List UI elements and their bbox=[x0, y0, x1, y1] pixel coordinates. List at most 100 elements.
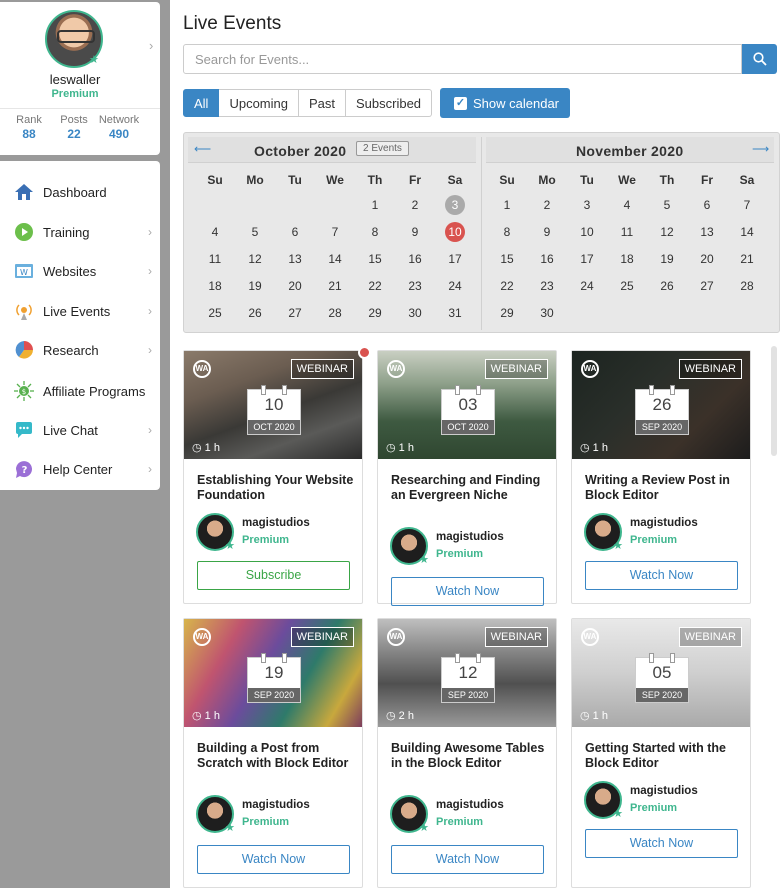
watch-now-button[interactable]: Watch Now bbox=[585, 561, 738, 590]
host-avatar[interactable]: ★ bbox=[390, 527, 429, 566]
event-card[interactable]: WA WEBINAR 05 SEP 2020 ◷ 1 h Getting Started … bbox=[571, 618, 751, 888]
sidebar-item-live-chat[interactable]: Live Chat › bbox=[0, 413, 160, 447]
calendar-day[interactable]: 4 bbox=[612, 195, 642, 215]
calendar-day[interactable]: 14 bbox=[732, 222, 762, 242]
calendar-day[interactable]: 8 bbox=[492, 222, 522, 242]
chevron-right-icon[interactable]: › bbox=[149, 38, 153, 53]
calendar-day[interactable]: 28 bbox=[320, 303, 350, 323]
event-thumbnail[interactable]: WA WEBINAR 12 SEP 2020 ◷ 2 h bbox=[378, 619, 556, 727]
calendar-day[interactable]: 2 bbox=[400, 195, 430, 215]
search-button[interactable] bbox=[742, 44, 777, 74]
host-name[interactable]: magistudios bbox=[242, 799, 310, 811]
calendar-day[interactable]: 22 bbox=[360, 276, 390, 296]
host-name[interactable]: magistudios bbox=[630, 517, 698, 529]
calendar-day[interactable]: 15 bbox=[492, 249, 522, 269]
calendar-day[interactable]: 9 bbox=[400, 222, 430, 242]
calendar-day[interactable]: 18 bbox=[200, 276, 230, 296]
host-avatar[interactable]: ★ bbox=[390, 795, 429, 834]
watch-now-button[interactable]: Watch Now bbox=[197, 845, 350, 874]
calendar-day[interactable]: 29 bbox=[360, 303, 390, 323]
calendar-day[interactable]: 6 bbox=[280, 222, 310, 242]
event-title[interactable]: Writing a Review Post in Block Editor bbox=[585, 473, 745, 503]
calendar-day[interactable]: 30 bbox=[400, 303, 430, 323]
calendar-day[interactable]: 10 bbox=[440, 222, 470, 242]
sidebar-item-affiliate-programs[interactable]: $ Affiliate Programs bbox=[0, 374, 160, 408]
calendar-day[interactable]: 17 bbox=[440, 249, 470, 269]
profile-card[interactable]: ★ › leswaller Premium Rank 88 Posts 22 Net… bbox=[0, 2, 160, 155]
calendar-day[interactable]: 23 bbox=[532, 276, 562, 296]
sidebar-item-websites[interactable]: W Websites › bbox=[0, 254, 160, 288]
calendar-day[interactable]: 5 bbox=[652, 195, 682, 215]
watch-now-button[interactable]: Watch Now bbox=[585, 829, 738, 858]
calendar-day[interactable]: 12 bbox=[240, 249, 270, 269]
calendar-day[interactable]: 27 bbox=[280, 303, 310, 323]
calendar-day[interactable]: 29 bbox=[492, 303, 522, 323]
event-card[interactable]: WA WEBINAR 19 SEP 2020 ◷ 1 h Building a Post … bbox=[183, 618, 363, 888]
event-title[interactable]: Establishing Your Website Foundation bbox=[197, 473, 357, 503]
watch-now-button[interactable]: Watch Now bbox=[391, 577, 544, 606]
calendar-day[interactable]: 15 bbox=[360, 249, 390, 269]
calendar-day[interactable]: 25 bbox=[200, 303, 230, 323]
calendar-day[interactable]: 20 bbox=[692, 249, 722, 269]
calendar-day[interactable]: 19 bbox=[652, 249, 682, 269]
tab-all[interactable]: All bbox=[183, 89, 220, 117]
host-avatar[interactable]: ★ bbox=[584, 513, 623, 552]
search-input[interactable]: Search for Events... bbox=[183, 44, 742, 74]
subscribe-button[interactable]: Subscribe bbox=[197, 561, 350, 590]
calendar-day[interactable]: 31 bbox=[440, 303, 470, 323]
host-avatar[interactable]: ★ bbox=[584, 781, 623, 820]
calendar-day[interactable]: 17 bbox=[572, 249, 602, 269]
calendar-day[interactable]: 26 bbox=[240, 303, 270, 323]
sidebar-item-live-events[interactable]: Live Events › bbox=[0, 294, 160, 328]
calendar-day[interactable]: 6 bbox=[692, 195, 722, 215]
calendar-day[interactable]: 28 bbox=[732, 276, 762, 296]
scrollbar[interactable] bbox=[771, 346, 777, 456]
calendar-day[interactable]: 13 bbox=[692, 222, 722, 242]
host-name[interactable]: magistudios bbox=[242, 517, 310, 529]
event-title[interactable]: Getting Started with the Block Editor bbox=[585, 741, 745, 771]
calendar-day[interactable]: 13 bbox=[280, 249, 310, 269]
host-avatar[interactable]: ★ bbox=[196, 795, 235, 834]
sidebar-item-help-center[interactable]: ? Help Center › bbox=[0, 452, 160, 486]
event-card[interactable]: WA WEBINAR 03 OCT 2020 ◷ 1 h Researching and … bbox=[377, 350, 557, 606]
calendar-day[interactable]: 16 bbox=[532, 249, 562, 269]
event-thumbnail[interactable]: WA WEBINAR 03 OCT 2020 ◷ 1 h bbox=[378, 351, 556, 459]
host-name[interactable]: magistudios bbox=[436, 531, 504, 543]
sidebar-item-research[interactable]: Research › bbox=[0, 333, 160, 367]
calendar-day[interactable]: 30 bbox=[532, 303, 562, 323]
sidebar-item-training[interactable]: Training › bbox=[0, 215, 160, 249]
event-thumbnail[interactable]: WA WEBINAR 19 SEP 2020 ◷ 1 h bbox=[184, 619, 362, 727]
prev-month-icon[interactable]: ⟵ bbox=[194, 142, 211, 156]
event-thumbnail[interactable]: WA WEBINAR 10 OCT 2020 ◷ 1 h bbox=[184, 351, 362, 459]
calendar-day[interactable]: 11 bbox=[200, 249, 230, 269]
host-name[interactable]: magistudios bbox=[630, 785, 698, 797]
event-card[interactable]: WA WEBINAR 12 SEP 2020 ◷ 2 h Building Awesome… bbox=[377, 618, 557, 888]
calendar-day[interactable]: 19 bbox=[240, 276, 270, 296]
calendar-day[interactable]: 9 bbox=[532, 222, 562, 242]
calendar-day[interactable]: 26 bbox=[652, 276, 682, 296]
tab-past[interactable]: Past bbox=[298, 89, 346, 117]
calendar-day[interactable]: 4 bbox=[200, 222, 230, 242]
calendar-day[interactable]: 3 bbox=[572, 195, 602, 215]
sidebar-item-dashboard[interactable]: Dashboard bbox=[0, 175, 160, 209]
calendar-day[interactable]: 25 bbox=[612, 276, 642, 296]
calendar-day[interactable]: 12 bbox=[652, 222, 682, 242]
event-thumbnail[interactable]: WA WEBINAR 26 SEP 2020 ◷ 1 h bbox=[572, 351, 750, 459]
calendar-day[interactable]: 21 bbox=[732, 249, 762, 269]
calendar-day[interactable]: 7 bbox=[732, 195, 762, 215]
host-name[interactable]: magistudios bbox=[436, 799, 504, 811]
event-title[interactable]: Researching and Finding an Evergreen Nic… bbox=[391, 473, 551, 503]
calendar-day[interactable]: 1 bbox=[492, 195, 522, 215]
calendar-day[interactable]: 3 bbox=[440, 195, 470, 215]
calendar-day[interactable]: 24 bbox=[440, 276, 470, 296]
calendar-day[interactable]: 2 bbox=[532, 195, 562, 215]
watch-now-button[interactable]: Watch Now bbox=[391, 845, 544, 874]
calendar-day[interactable]: 11 bbox=[612, 222, 642, 242]
calendar-day[interactable]: 18 bbox=[612, 249, 642, 269]
calendar-day[interactable]: 5 bbox=[240, 222, 270, 242]
calendar-day[interactable]: 22 bbox=[492, 276, 522, 296]
host-avatar[interactable]: ★ bbox=[196, 513, 235, 552]
calendar-day[interactable]: 1 bbox=[360, 195, 390, 215]
event-card[interactable]: WA WEBINAR 26 SEP 2020 ◷ 1 h Writing a Review… bbox=[571, 350, 751, 604]
show-calendar-toggle[interactable]: ✓ Show calendar bbox=[440, 88, 570, 118]
